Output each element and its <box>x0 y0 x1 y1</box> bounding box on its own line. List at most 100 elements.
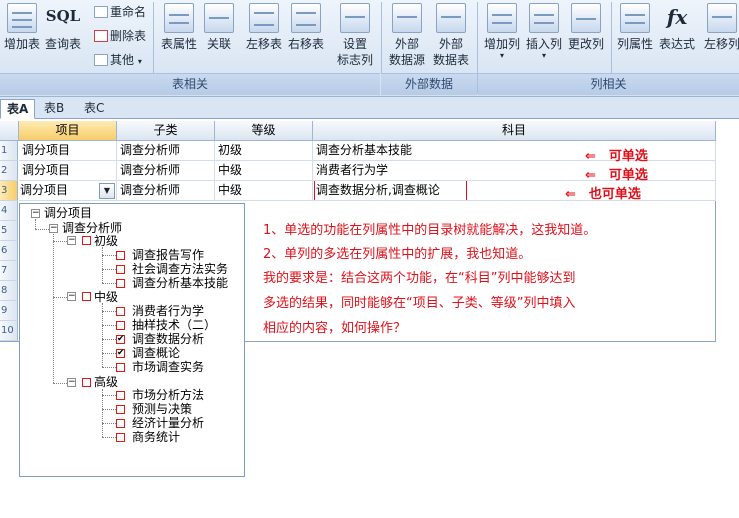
table-props-button[interactable]: 表属性 <box>158 3 200 51</box>
add-col-button[interactable]: 增加列 ▾ <box>482 3 522 60</box>
tree-checkbox[interactable] <box>116 279 125 288</box>
tab-table-a[interactable]: 表A <box>0 99 36 119</box>
other-menu-button[interactable]: 其他 ▾ <box>94 51 142 68</box>
move-left-col-button[interactable]: 左移列 <box>704 3 739 51</box>
insert-col-icon <box>529 3 559 33</box>
cell-level[interactable]: 初级 <box>215 141 313 161</box>
tree-leaf[interactable]: 社会调查方法实务 <box>132 263 228 276</box>
select-all-corner[interactable] <box>0 121 19 141</box>
row-number[interactable]: 3 <box>0 181 18 201</box>
tree-checkbox[interactable] <box>116 391 125 400</box>
tree-checkbox[interactable] <box>82 292 91 301</box>
relation-button[interactable]: 关联 <box>202 3 236 51</box>
tree-leaf[interactable]: 调查数据分析 <box>132 333 204 346</box>
query-table-button[interactable]: SQL 查询表 <box>43 3 83 51</box>
chevron-down-icon: ▾ <box>541 51 546 60</box>
tree-checkbox[interactable] <box>116 251 125 260</box>
tree-checkbox[interactable] <box>116 321 125 330</box>
tree-checkbox[interactable] <box>116 419 125 428</box>
annotation-row2: ⇐ 可单选 <box>585 168 648 183</box>
group-label-external: 外部数据 <box>381 73 477 95</box>
move-left-table-button[interactable]: 左移表 <box>244 3 284 51</box>
tab-table-c[interactable]: 表C <box>78 99 110 119</box>
tree-leaf[interactable]: 市场调查实务 <box>132 361 204 374</box>
col-header-level[interactable]: 等级 <box>215 121 313 141</box>
insert-col-button[interactable]: 插入列 ▾ <box>524 3 564 60</box>
rename-icon <box>94 6 108 18</box>
collapse-toggle[interactable]: − <box>67 236 76 245</box>
external-data-button[interactable]: 外部 数据表 <box>430 3 472 67</box>
row-number[interactable]: 7 <box>0 261 18 281</box>
tree-checkbox[interactable] <box>116 265 125 274</box>
tree-leaf[interactable]: 经济计量分析 <box>132 417 204 430</box>
flag-col-icon <box>340 3 370 33</box>
tree-leaf[interactable]: 市场分析方法 <box>132 389 204 402</box>
tree-node-level[interactable]: 中级 <box>94 291 118 304</box>
row-number[interactable]: 4 <box>0 201 18 221</box>
cell-subject[interactable]: 消费者行为学 <box>313 161 716 181</box>
external-ds-button[interactable]: 外部 数据源 <box>386 3 428 67</box>
row-number[interactable]: 10 <box>0 321 18 341</box>
tree-checkbox-checked[interactable]: ✔ <box>116 349 125 358</box>
tree-leaf[interactable]: 抽样技术（二） <box>132 319 216 332</box>
tree-checkbox[interactable] <box>82 378 91 387</box>
tree-checkbox[interactable] <box>116 405 125 414</box>
row-number[interactable]: 2 <box>0 161 18 181</box>
tree-leaf[interactable]: 预测与决策 <box>132 403 192 416</box>
cell-project[interactable]: 调分项目 <box>19 161 117 181</box>
expression-button[interactable]: fx 表达式 <box>657 3 697 51</box>
cell-project[interactable]: 调分项目 <box>19 141 117 161</box>
change-col-button[interactable]: 更改列 <box>566 3 606 51</box>
collapse-toggle[interactable]: − <box>31 209 40 218</box>
pencil-icon <box>571 3 601 33</box>
tab-table-b[interactable]: 表B <box>38 99 70 119</box>
col-header-subject[interactable]: 科目 <box>313 121 716 141</box>
tree-leaf[interactable]: 商务统计 <box>132 431 180 444</box>
collapse-toggle[interactable]: − <box>49 224 58 233</box>
sheet-tab-bar: 表A 表B 表C <box>0 97 739 119</box>
tree-leaf[interactable]: 调查报告写作 <box>132 249 204 262</box>
set-flag-col-button[interactable]: 设置 标志列 <box>334 3 376 67</box>
arrow-left-icon: ⇐ <box>585 168 596 183</box>
row-number[interactable]: 5 <box>0 221 18 241</box>
group-label-column: 列相关 <box>478 73 739 95</box>
cell-level[interactable]: 中级 <box>215 161 313 181</box>
note-line: 1、单选的功能在列属性中的目录树就能解决，这我知道。 <box>263 223 597 238</box>
cell-level[interactable]: 中级 <box>215 181 313 201</box>
cell-subclass[interactable]: 调查分析师 <box>117 161 215 181</box>
collapse-toggle[interactable]: − <box>67 378 76 387</box>
ribbon-toolbar: 增加表 SQL 查询表 重命名 删除表 其他 ▾ 表属性 关联 左移表 右移表 … <box>0 0 739 97</box>
row-number[interactable]: 6 <box>0 241 18 261</box>
tree-checkbox-checked[interactable]: ✔ <box>116 335 125 344</box>
row-number[interactable]: 1 <box>0 141 18 161</box>
col-header-subclass[interactable]: 子类 <box>117 121 215 141</box>
tree-node-level[interactable]: 高级 <box>94 376 118 389</box>
add-table-button[interactable]: 增加表 <box>2 3 42 51</box>
tree-node-root[interactable]: 调分项目 <box>44 207 92 220</box>
row-number[interactable]: 8 <box>0 281 18 301</box>
annotation-row1: ⇐ 可单选 <box>585 149 648 164</box>
tree-checkbox[interactable] <box>116 433 125 442</box>
grid-icon <box>94 54 108 66</box>
move-right-table-button[interactable]: 右移表 <box>286 3 326 51</box>
delete-table-button[interactable]: 删除表 <box>94 27 146 44</box>
tree-leaf[interactable]: 消费者行为学 <box>132 305 204 318</box>
tree-checkbox[interactable] <box>116 307 125 316</box>
dropdown-arrow-button[interactable]: ▼ <box>99 183 115 199</box>
note-line: 多选的结果，同时能够在“项目、子类、等级”列中填入 <box>263 296 576 311</box>
cell-subclass[interactable]: 调查分析师 <box>117 181 215 201</box>
col-header-project[interactable]: 项目 <box>19 121 117 141</box>
row-number[interactable]: 9 <box>0 301 18 321</box>
tree-node-level[interactable]: 初级 <box>94 235 118 248</box>
collapse-toggle[interactable]: − <box>67 292 76 301</box>
cell-subject[interactable]: 调查分析基本技能 <box>313 141 716 161</box>
cell-subclass[interactable]: 调查分析师 <box>117 141 215 161</box>
tree-leaf[interactable]: 调查分析基本技能 <box>132 277 228 290</box>
arrow-left-icon: ⇐ <box>585 149 596 164</box>
tree-leaf[interactable]: 调查概论 <box>132 347 180 360</box>
tree-checkbox[interactable] <box>116 363 125 372</box>
col-props-button[interactable]: 列属性 <box>615 3 655 51</box>
rename-button[interactable]: 重命名 <box>94 3 146 20</box>
cell-subject[interactable]: 调查数据分析,调查概论 <box>313 181 716 201</box>
tree-checkbox[interactable] <box>82 236 91 245</box>
